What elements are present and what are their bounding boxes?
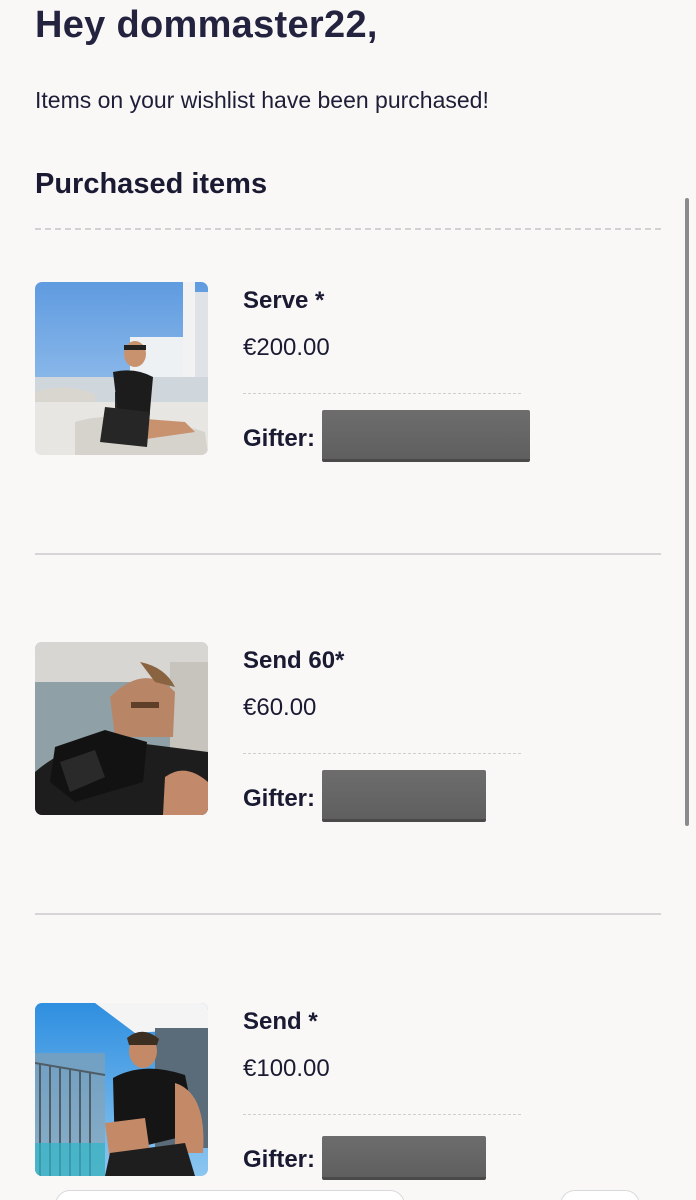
redacted-gifter-name xyxy=(322,770,486,822)
item-image[interactable] xyxy=(35,1003,208,1176)
item-name[interactable]: Serve * xyxy=(243,287,324,315)
gifter-label: Gifter: xyxy=(243,425,315,452)
item-price: €200.00 xyxy=(243,334,330,361)
item-divider xyxy=(243,1114,521,1115)
email-page: Hey dommaster22, Items on your wishlist … xyxy=(0,0,696,1200)
item-separator xyxy=(35,553,661,555)
item-name[interactable]: Send 60* xyxy=(243,647,344,675)
redacted-gifter-name xyxy=(322,410,530,462)
redacted-gifter-name xyxy=(322,1136,486,1180)
item-name[interactable]: Send * xyxy=(243,1008,318,1036)
item-price: €100.00 xyxy=(243,1055,330,1082)
section-title: Purchased items xyxy=(35,168,268,200)
item-image[interactable] xyxy=(35,642,208,815)
gifter-label: Gifter: xyxy=(243,785,315,812)
section-divider xyxy=(35,228,661,230)
scrollbar[interactable] xyxy=(685,198,689,826)
item-divider xyxy=(243,393,521,394)
gifter-label: Gifter: xyxy=(243,1146,315,1173)
item-price: €60.00 xyxy=(243,694,317,721)
item-separator xyxy=(35,913,661,915)
purchased-item: Send 60* €60.00 Gifter: xyxy=(0,642,696,842)
purchased-item: Serve * €200.00 Gifter: xyxy=(0,282,696,482)
greeting-heading: Hey dommaster22, xyxy=(35,4,378,46)
purchased-item: Send * €100.00 Gifter: xyxy=(0,1003,696,1200)
item-divider xyxy=(243,753,521,754)
bottom-toolbar-button[interactable] xyxy=(560,1190,640,1200)
intro-text: Items on your wishlist have been purchas… xyxy=(35,87,489,113)
bottom-toolbar-pill[interactable] xyxy=(55,1190,405,1200)
item-image[interactable] xyxy=(35,282,208,455)
